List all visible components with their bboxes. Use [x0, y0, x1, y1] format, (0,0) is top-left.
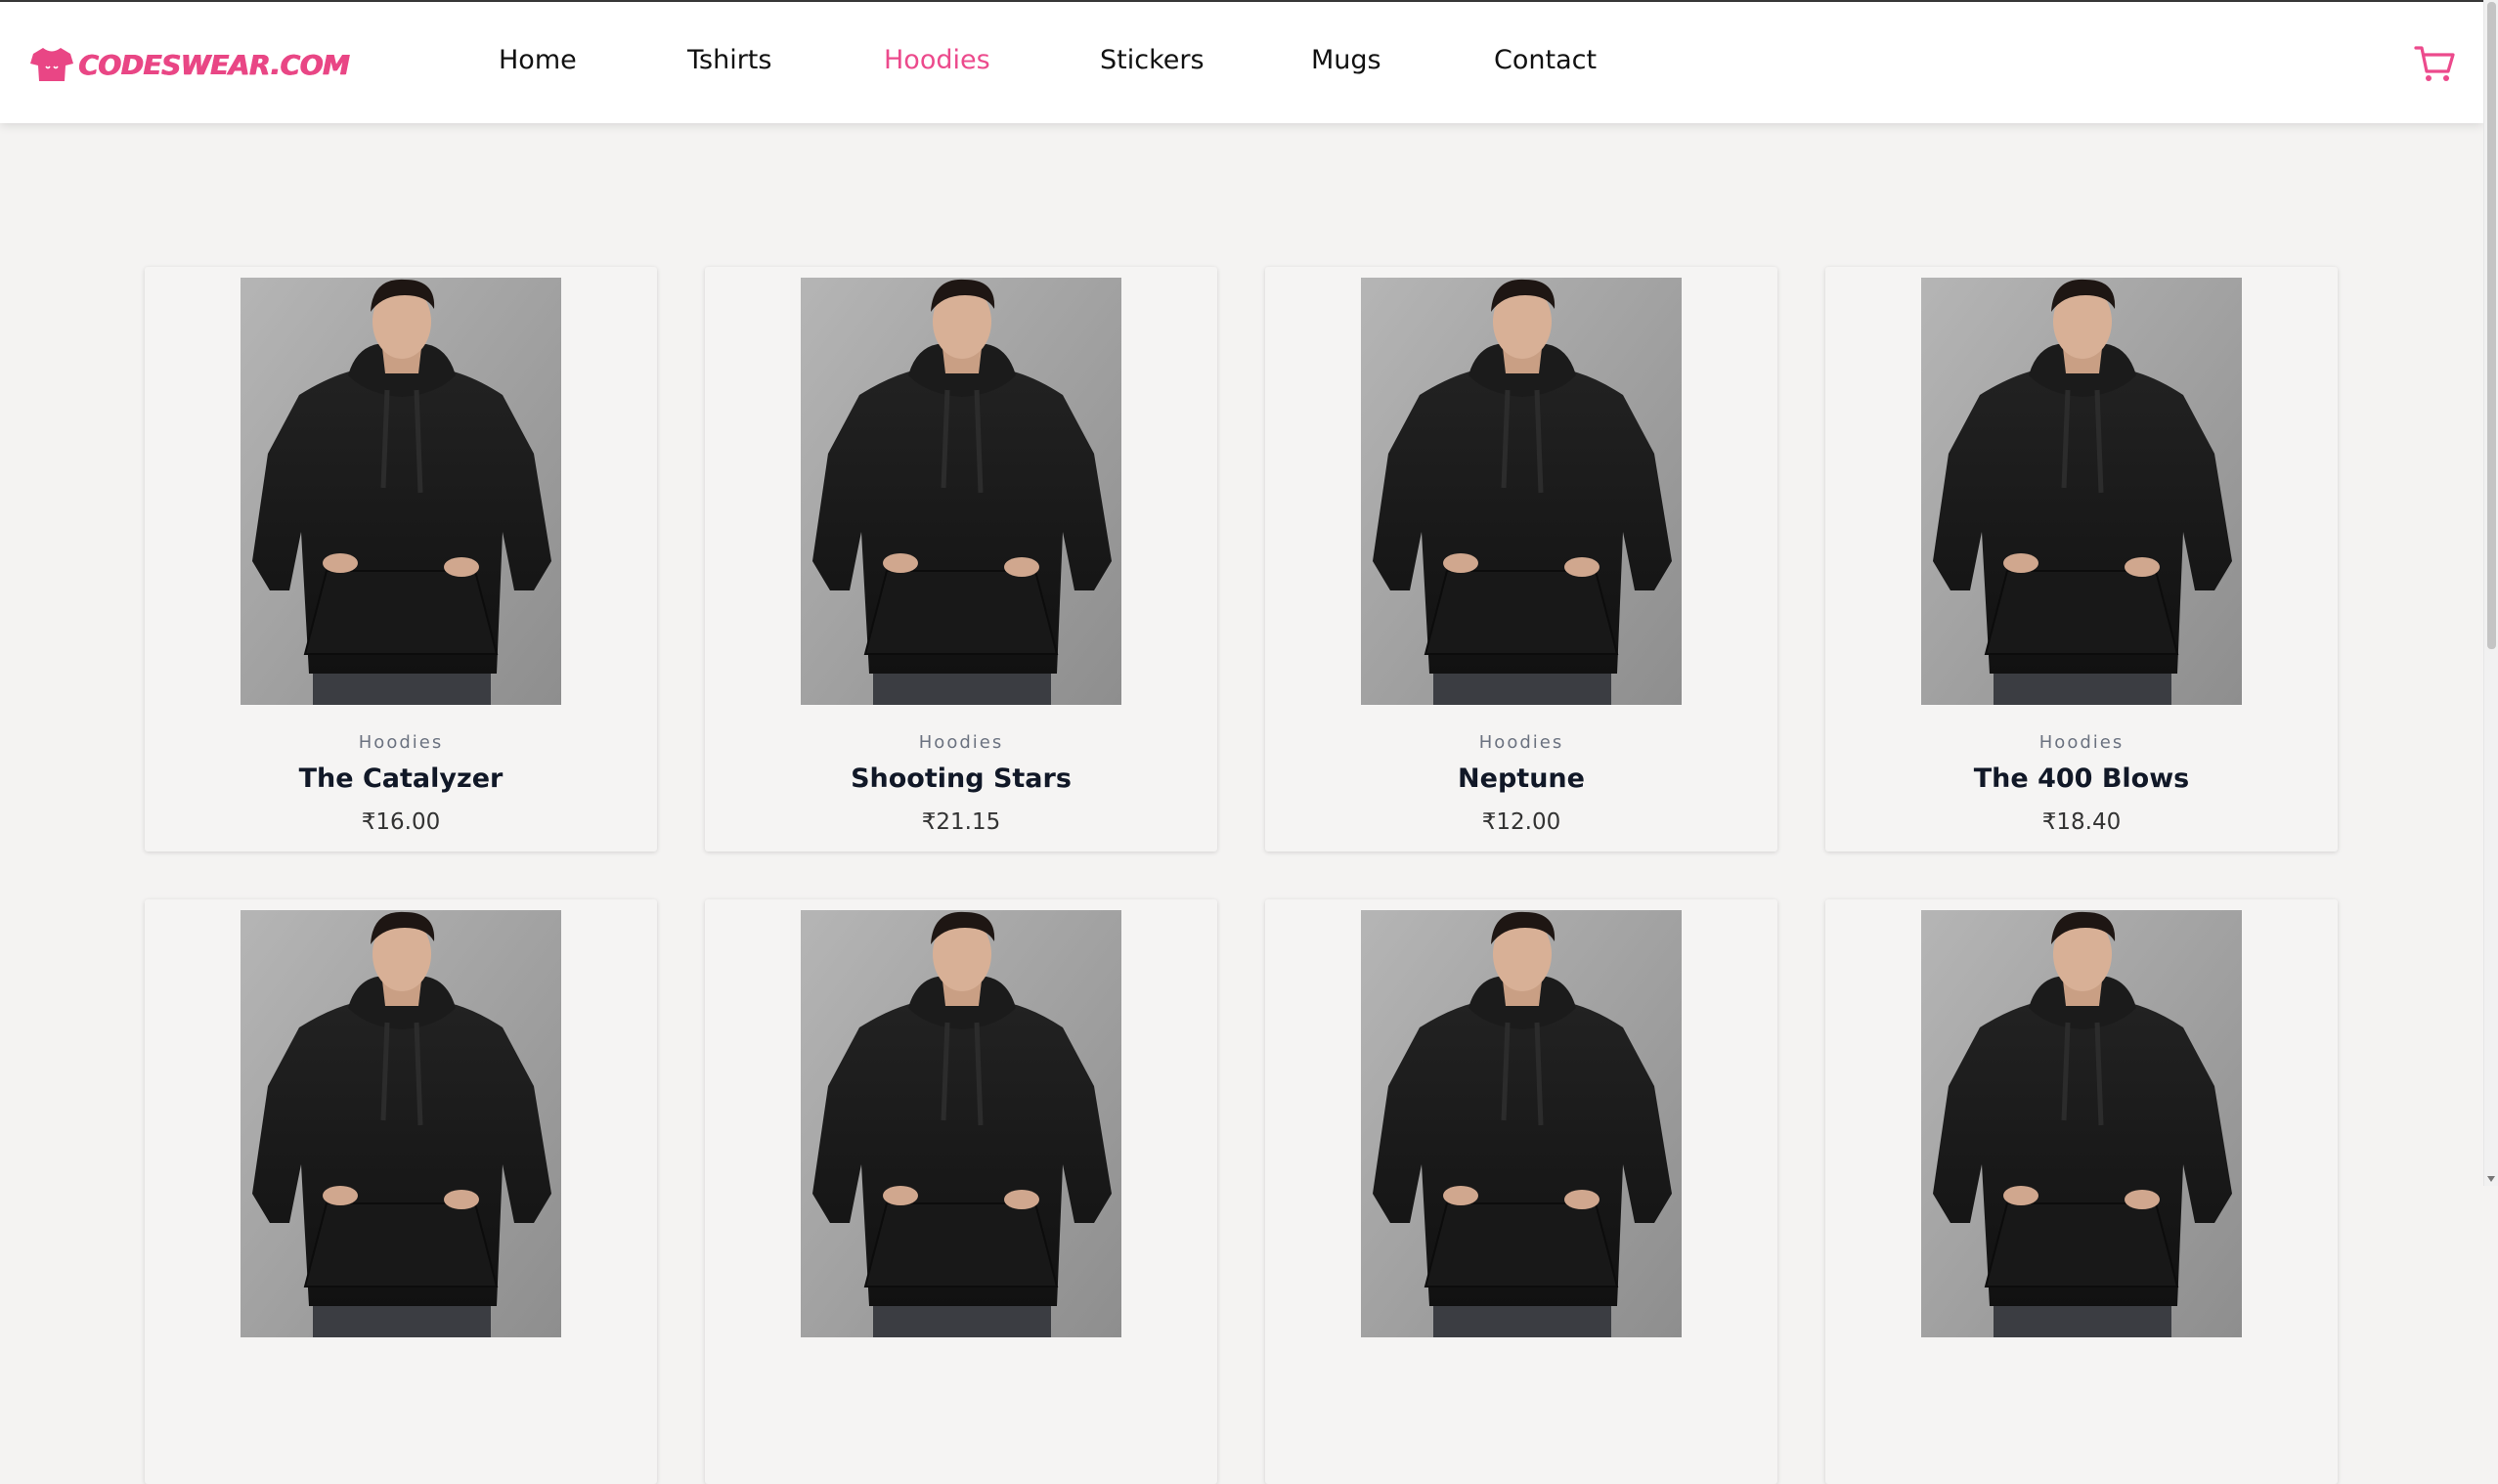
product-name[interactable]: The 400 Blows	[1825, 764, 2338, 794]
product-card[interactable]: Hoodies Shooting Stars ₹21.15	[705, 267, 1217, 851]
nav-mugs[interactable]: Mugs	[1311, 45, 1381, 75]
product-name[interactable]: Shooting Stars	[705, 764, 1217, 794]
product-name[interactable]: Neptune	[1265, 764, 1777, 794]
product-category: Hoodies	[1478, 732, 1564, 753]
product-image[interactable]	[1921, 278, 2242, 705]
hoodie-photo-icon	[241, 278, 561, 705]
shopping-cart-icon[interactable]	[2413, 43, 2456, 86]
product-price: ₹16.00	[361, 809, 441, 835]
product-image[interactable]	[1361, 278, 1682, 705]
product-card[interactable]: Hoodies The Catalyzer ₹16.00	[145, 267, 657, 851]
hoodie-photo-icon	[241, 910, 561, 1337]
tshirt-logo-icon	[30, 48, 73, 81]
product-image[interactable]	[801, 910, 1121, 1337]
product-image[interactable]	[241, 278, 561, 705]
product-card[interactable]	[1825, 899, 2338, 1484]
product-image[interactable]	[1921, 910, 2242, 1337]
product-price: ₹12.00	[1481, 809, 1561, 835]
hoodie-photo-icon	[801, 910, 1121, 1337]
product-price: ₹18.40	[2041, 809, 2122, 835]
hoodie-photo-icon	[1361, 278, 1682, 705]
product-card[interactable]: Hoodies Neptune ₹12.00	[1265, 267, 1777, 851]
product-card[interactable]	[1265, 899, 1777, 1484]
product-image[interactable]	[801, 278, 1121, 705]
nav-contact[interactable]: Contact	[1494, 45, 1597, 75]
product-price: ₹21.15	[921, 809, 1001, 835]
brand-name: CODESWEAR.COM	[78, 48, 350, 81]
nav-stickers[interactable]: Stickers	[1100, 45, 1205, 75]
nav-hoodies[interactable]: Hoodies	[884, 45, 990, 75]
nav-tshirts[interactable]: Tshirts	[687, 45, 771, 75]
product-card[interactable]: Hoodies The 400 Blows ₹18.40	[1825, 267, 2338, 851]
product-image[interactable]	[241, 910, 561, 1337]
scroll-down-arrow-icon[interactable]	[2487, 1176, 2495, 1182]
nav-home[interactable]: Home	[499, 45, 577, 75]
product-image[interactable]	[1361, 910, 1682, 1337]
hoodie-photo-icon	[801, 278, 1121, 705]
product-name[interactable]: The Catalyzer	[145, 764, 657, 794]
scrollbar-thumb[interactable]	[2487, 2, 2496, 649]
hoodie-photo-icon	[1921, 278, 2242, 705]
product-category: Hoodies	[2038, 732, 2125, 753]
hoodie-photo-icon	[1361, 910, 1682, 1337]
hoodie-photo-icon	[1921, 910, 2242, 1337]
page-scrollbar[interactable]	[2483, 0, 2498, 1186]
product-card[interactable]	[145, 899, 657, 1484]
product-category: Hoodies	[918, 732, 1004, 753]
product-category: Hoodies	[358, 732, 444, 753]
product-card[interactable]	[705, 899, 1217, 1484]
site-header: CODESWEAR.COM Home Tshirts Hoodies Stick…	[0, 2, 2483, 123]
brand-logo[interactable]: CODESWEAR.COM	[29, 45, 350, 84]
